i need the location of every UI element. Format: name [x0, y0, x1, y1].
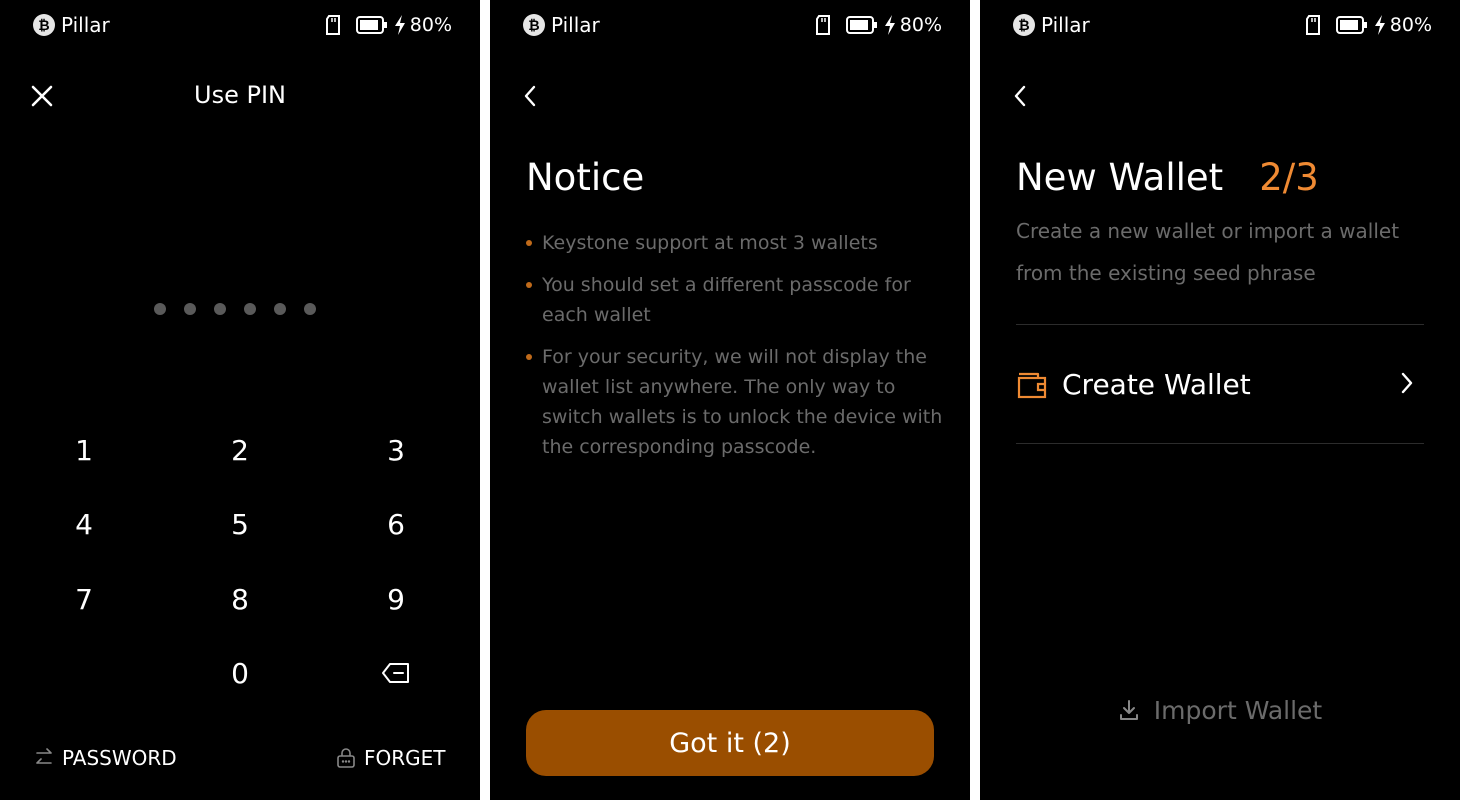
status-bar: ₿ Pillar 80%: [980, 0, 1460, 48]
bitcoin-coin-icon: ₿: [33, 14, 55, 36]
key-5[interactable]: 5: [180, 496, 300, 552]
page-title: Use PIN: [194, 81, 286, 109]
charging-bolt-icon: [884, 15, 896, 35]
battery-icon: [1335, 16, 1368, 34]
wallet-icon: [1017, 372, 1047, 399]
battery-percent: 80%: [1389, 14, 1432, 36]
charging-bolt-icon: [1374, 15, 1386, 35]
chevron-right-icon: [1400, 370, 1414, 400]
bitcoin-coin-icon: ₿: [523, 14, 545, 36]
bullet-dot: [526, 240, 532, 246]
download-icon: [1119, 700, 1138, 720]
got-it-button[interactable]: Got it (2): [526, 710, 934, 776]
status-indicators: 80%: [815, 13, 942, 37]
password-label: PASSWORD: [62, 746, 177, 770]
lock-icon: [337, 748, 355, 768]
bullet-dot: [526, 282, 532, 288]
back-arrow-icon[interactable]: [518, 80, 548, 112]
brand: ₿ Pillar: [523, 13, 600, 37]
status-bar: ₿ Pillar 80%: [0, 0, 480, 48]
pin-dot: [184, 303, 196, 315]
list-item: For your security, we will not display t…: [526, 342, 946, 462]
brand: ₿ Pillar: [33, 13, 110, 37]
forget-label: FORGET: [364, 746, 446, 770]
list-item: Keystone support at most 3 wallets: [526, 228, 946, 258]
backspace-icon[interactable]: [336, 645, 456, 701]
brand: ₿ Pillar: [1013, 13, 1090, 37]
brand-name: Pillar: [1041, 13, 1090, 37]
charging-bolt-icon: [394, 15, 406, 35]
new-wallet-screen: ₿ Pillar 80% New Wallet 2/3 Create a new…: [980, 0, 1460, 800]
notice-text: You should set a different passcode for …: [542, 274, 911, 326]
forget-button[interactable]: FORGET: [336, 740, 446, 776]
battery-percent: 80%: [409, 14, 452, 36]
pin-dot: [244, 303, 256, 315]
back-arrow-icon[interactable]: [1008, 80, 1038, 112]
page-description: Create a new wallet or import a wallet f…: [1016, 219, 1400, 285]
pin-dot: [274, 303, 286, 315]
switch-arrows-icon: [36, 748, 52, 764]
pin-dot: [304, 303, 316, 315]
status-indicators: 80%: [325, 13, 452, 37]
status-indicators: 80%: [1305, 13, 1432, 37]
key-0[interactable]: 0: [180, 645, 300, 701]
title-row: New Wallet 2/3: [1016, 156, 1319, 199]
password-button[interactable]: PASSWORD: [34, 740, 177, 776]
bullet-dot: [526, 354, 532, 360]
create-wallet-label: Create Wallet: [1062, 367, 1251, 401]
notice-text: Keystone support at most 3 wallets: [542, 232, 878, 254]
key-7[interactable]: 7: [24, 571, 144, 627]
step-indicator: 2/3: [1259, 156, 1319, 199]
brand-name: Pillar: [61, 13, 110, 37]
battery-icon: [355, 16, 388, 34]
key-6[interactable]: 6: [336, 496, 456, 552]
list-item: You should set a different passcode for …: [526, 270, 946, 330]
sd-card-icon: [1305, 15, 1322, 35]
pin-dots: [154, 303, 334, 315]
bitcoin-coin-icon: ₿: [1013, 14, 1035, 36]
sd-card-icon: [325, 15, 342, 35]
key-9[interactable]: 9: [336, 571, 456, 627]
battery-percent: 80%: [899, 14, 942, 36]
key-4[interactable]: 4: [24, 496, 144, 552]
import-wallet-button[interactable]: Import Wallet: [980, 688, 1460, 732]
sd-card-icon: [815, 15, 832, 35]
battery-icon: [845, 16, 878, 34]
key-2[interactable]: 2: [180, 422, 300, 478]
divider: [1016, 443, 1424, 444]
notice-screen: ₿ Pillar 80% Notice Keystone support at …: [490, 0, 970, 800]
key-1[interactable]: 1: [24, 422, 144, 478]
import-wallet-label: Import Wallet: [1153, 695, 1323, 725]
key-8[interactable]: 8: [180, 571, 300, 627]
pin-screen: ₿ Pillar 80% Use PIN 1 2 3 4 5 6 7 8 9 0…: [0, 0, 480, 800]
create-wallet-button[interactable]: Create Wallet: [1016, 325, 1424, 443]
page-title: Notice: [526, 156, 645, 199]
brand-name: Pillar: [551, 13, 600, 37]
pin-dot: [214, 303, 226, 315]
pin-dot: [154, 303, 166, 315]
key-3[interactable]: 3: [336, 422, 456, 478]
notice-text: For your security, we will not display t…: [542, 346, 943, 458]
notice-list: Keystone support at most 3 wallets You s…: [526, 228, 946, 474]
status-bar: ₿ Pillar 80%: [490, 0, 970, 48]
page-title: New Wallet: [1016, 156, 1224, 199]
